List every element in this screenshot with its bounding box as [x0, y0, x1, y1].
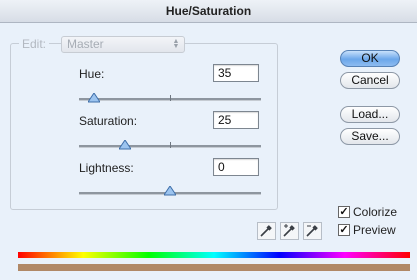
input-hue-bar	[18, 252, 410, 258]
edit-select-value: Master	[67, 37, 104, 51]
hue-saturation-dialog: Hue/Saturation Edit: Master ▲ ▼ Hue: 35 S…	[0, 0, 417, 280]
dialog-title: Hue/Saturation	[165, 4, 252, 18]
hue-label: Hue:	[79, 67, 105, 81]
select-arrows-icon: ▲ ▼	[172, 38, 180, 50]
saturation-label: Saturation:	[79, 114, 138, 128]
saturation-input[interactable]: 25	[213, 111, 259, 129]
eyedropper-plus-icon[interactable]	[280, 222, 299, 240]
load-button[interactable]: Load...	[340, 106, 400, 123]
hue-slider-thumb[interactable]	[87, 93, 100, 103]
hue-input[interactable]: 35	[213, 64, 259, 82]
saturation-slider-thumb[interactable]	[118, 140, 131, 150]
result-color-bar	[18, 264, 410, 271]
lightness-input[interactable]: 0	[213, 158, 259, 176]
eyedropper-icon[interactable]	[257, 222, 276, 240]
preview-checkbox[interactable]: ✓	[338, 224, 350, 236]
saturation-slider-center-tick	[170, 142, 171, 148]
colorize-checkbox[interactable]: ✓	[338, 206, 350, 218]
save-button[interactable]: Save...	[340, 128, 400, 145]
edit-label: Edit:	[19, 37, 50, 51]
edit-select[interactable]: Master ▲ ▼	[61, 36, 185, 53]
ok-button[interactable]: OK	[340, 50, 400, 67]
eyedropper-minus-icon[interactable]	[303, 222, 322, 240]
lightness-slider-thumb[interactable]	[164, 186, 176, 196]
hue-slider-center-tick	[170, 95, 171, 101]
preview-label: Preview	[353, 223, 396, 237]
lightness-label: Lightness:	[79, 161, 134, 175]
cancel-button[interactable]: Cancel	[340, 72, 400, 89]
colorize-label: Colorize	[353, 205, 398, 219]
